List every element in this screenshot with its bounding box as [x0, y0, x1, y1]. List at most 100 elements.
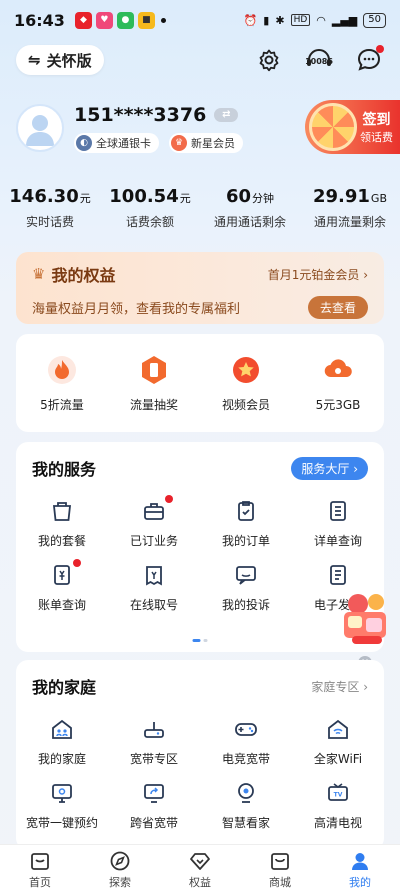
customer-service-button[interactable]: 10086 — [304, 45, 334, 75]
router-icon — [141, 716, 167, 742]
service-label: 我的套餐 — [37, 534, 86, 548]
family-home-wifi[interactable]: 全家WiFi — [292, 712, 384, 776]
tab-explore[interactable]: 探索 — [80, 845, 160, 894]
rights-banner[interactable]: ♛ 我的权益 首月1元铂金会员 › 海量权益月月领，查看我的专属福利 去查看 — [16, 252, 384, 324]
stat-data-remaining[interactable]: 29.91GB 通用流量剩余 — [300, 186, 400, 230]
stat-realtime-fee[interactable]: 146.30元 实时话费 — [0, 186, 100, 230]
family-label: 宽带一键预约 — [25, 816, 98, 830]
quick-item-discount-data[interactable]: 5折流量 — [16, 354, 108, 413]
swap-arrows-icon: ⇋ — [28, 51, 41, 69]
rights-description: 海量权益月月领，查看我的专属福利 — [32, 302, 241, 317]
settings-button[interactable] — [254, 45, 284, 75]
crown-icon: ♛ — [32, 265, 46, 283]
family-broadband-booking[interactable]: 宽带一键预约 — [16, 776, 108, 840]
tv-icon: TV — [325, 780, 351, 806]
wifi-icon: ◠ — [316, 13, 326, 27]
service-hall-button[interactable]: 服务大厅 › — [291, 456, 368, 480]
floating-promo[interactable] — [336, 590, 394, 650]
home-wifi-icon — [325, 716, 351, 742]
rights-promo-text: 首月1元铂金会员 — [267, 267, 360, 282]
care-mode-button[interactable]: ⇋ 关怀版 — [16, 45, 104, 75]
account-stats: 146.30元 实时话费 100.54元 话费余额 60分钟 通用通话剩余 29… — [0, 186, 400, 230]
family-smart-home-watch[interactable]: 智慧看家 — [200, 776, 292, 840]
service-label: 我的订单 — [221, 534, 270, 548]
messages-button[interactable] — [354, 45, 384, 75]
share-screen-icon — [141, 780, 167, 806]
invoice-icon — [325, 562, 351, 588]
view-rights-button[interactable]: 去查看 — [307, 296, 368, 319]
star-badge-icon — [230, 354, 262, 386]
member-card-badge[interactable]: ◐ 全球通银卡 — [74, 132, 159, 153]
family-cross-province[interactable]: 跨省宽带 — [108, 776, 200, 840]
gear-icon — [259, 49, 279, 72]
hd-badge: HD — [290, 14, 311, 26]
camera-icon — [233, 780, 259, 806]
service-complaint[interactable]: 我的投诉 — [200, 558, 292, 622]
family-label: 跨省宽带 — [129, 816, 178, 830]
quick-item-data-lottery[interactable]: 流量抽奖 — [108, 354, 200, 413]
family-zone-link[interactable]: 家庭专区 › — [311, 678, 368, 695]
pager-active — [192, 639, 201, 642]
family-esports-broadband[interactable]: 电竞宽带 — [200, 712, 292, 776]
service-subscribed[interactable]: 已订业务 — [108, 494, 200, 558]
rights-promo-link[interactable]: 首月1元铂金会员 › — [268, 266, 368, 283]
stat-value: 100.54 — [109, 186, 179, 207]
my-services-card: 我的服务 服务大厅 › 我的套餐 已订业务 我的订单 详单查询 账单查询 在线取… — [16, 442, 384, 652]
app-green-icon: ● — [116, 11, 134, 29]
family-label: 电竞宽带 — [221, 752, 270, 766]
quick-item-5yuan-3gb[interactable]: 5元3GB — [292, 354, 384, 413]
compass-icon — [108, 850, 132, 872]
tab-home[interactable]: 首页 — [0, 845, 80, 894]
rights-title: 我的权益 — [51, 266, 116, 285]
tab-mall[interactable]: 商城 — [240, 845, 320, 894]
stat-balance[interactable]: 100.54元 话费余额 — [100, 186, 200, 230]
prize-wheel-icon — [309, 103, 357, 151]
service-online-ticket[interactable]: 在线取号 — [108, 558, 200, 622]
quick-item-label: 视频会员 — [221, 397, 270, 412]
default-avatar-icon — [26, 115, 54, 146]
list-doc-icon — [325, 498, 351, 524]
service-hall-label: 服务大厅 — [301, 461, 350, 476]
tab-rights[interactable]: 权益 — [160, 845, 240, 894]
family-label: 全家WiFi — [313, 752, 363, 766]
family-my-family[interactable]: 我的家庭 — [16, 712, 108, 776]
service-my-plan[interactable]: 我的套餐 — [16, 494, 108, 558]
star-member-badge[interactable]: ♛ 新星会员 — [169, 132, 243, 153]
clipboard-check-icon — [233, 498, 259, 524]
bluetooth-icon: ✱ — [275, 13, 285, 27]
tab-mine[interactable]: 我的 — [320, 845, 400, 894]
flame-icon — [46, 354, 78, 386]
stat-unit: 分钟 — [252, 192, 275, 205]
stat-call-minutes[interactable]: 60分钟 通用通话剩余 — [200, 186, 300, 230]
family-title: 我的家庭 — [32, 678, 97, 697]
service-label: 我的投诉 — [221, 598, 270, 612]
quick-item-video-member[interactable]: 视频会员 — [200, 354, 292, 413]
family-broadband-zone[interactable]: 宽带专区 — [108, 712, 200, 776]
switch-account-icon[interactable]: ⇄ — [214, 107, 239, 122]
family-home-icon — [49, 716, 75, 742]
service-bill-query[interactable]: 账单查询 — [16, 558, 108, 622]
signin-banner[interactable]: 签到 领话费 — [305, 100, 400, 154]
service-label: 详单查询 — [313, 534, 362, 548]
ticket-icon — [141, 562, 167, 588]
family-hd-tv[interactable]: TV 高清电视 — [292, 776, 384, 840]
service-detail-query[interactable]: 详单查询 — [292, 494, 384, 558]
gamepad-icon — [233, 716, 259, 742]
app-pink-icon: ♥ — [95, 11, 113, 29]
user-icon — [348, 850, 372, 872]
quick-item-label: 流量抽奖 — [129, 397, 178, 412]
tab-label: 探索 — [109, 876, 131, 889]
family-zone-label: 家庭专区 — [311, 679, 360, 694]
family-label: 智慧看家 — [221, 816, 270, 830]
bill-icon — [49, 559, 81, 588]
avatar[interactable] — [16, 104, 64, 152]
signal-icon: ▂▄▆ — [331, 13, 358, 27]
tab-label: 商城 — [269, 876, 291, 889]
service-my-orders[interactable]: 我的订单 — [200, 494, 292, 558]
quick-item-label: 5元3GB — [315, 397, 361, 412]
pager-inactive — [203, 639, 208, 642]
app-red-icon: ◆ — [74, 11, 92, 29]
signin-title: 签到 — [362, 112, 391, 128]
stat-label: 话费余额 — [125, 215, 174, 229]
stat-unit: 元 — [179, 192, 191, 205]
